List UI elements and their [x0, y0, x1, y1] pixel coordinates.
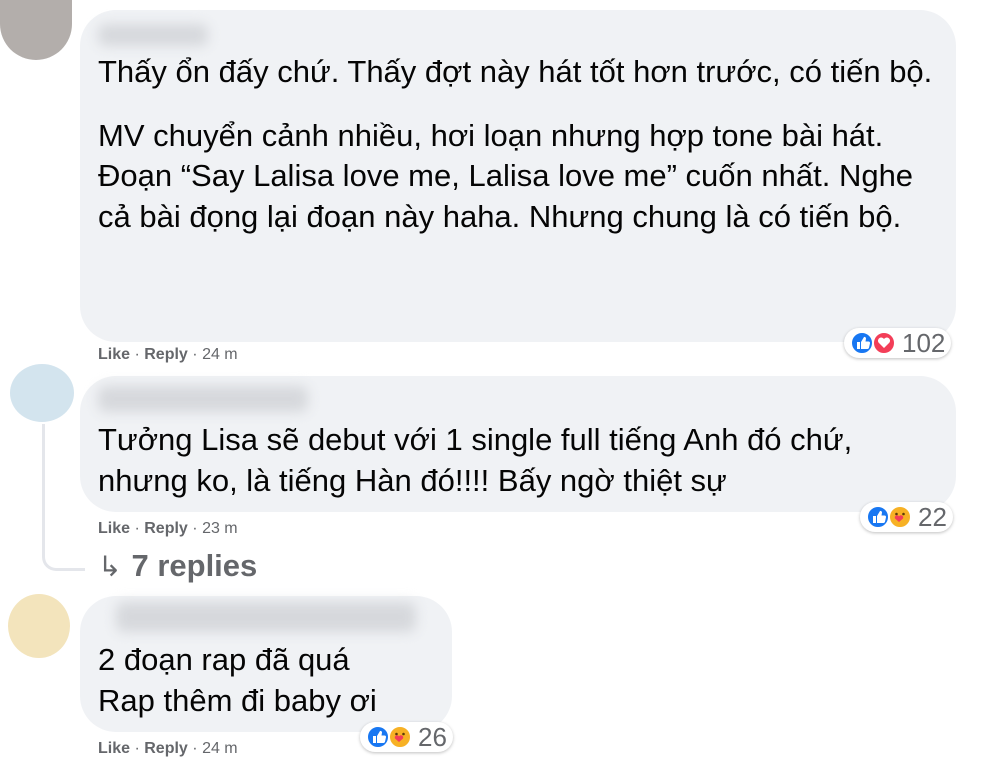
reaction-summary[interactable]: 22 — [860, 502, 953, 532]
like-link[interactable]: Like — [98, 740, 130, 757]
commenter-name-redacted[interactable] — [116, 602, 416, 632]
comment-text: 2 đoạn rap đã quá Rap thêm đi baby ơi — [98, 640, 448, 721]
commenter-name-redacted[interactable] — [98, 24, 208, 46]
comment-actions: Like · Reply · 24 m — [98, 740, 238, 758]
like-link[interactable]: Like — [98, 520, 130, 537]
replies-label: 7 replies — [131, 548, 258, 583]
reply-link[interactable]: Reply — [144, 346, 188, 363]
avatar[interactable] — [10, 364, 74, 422]
avatar[interactable] — [0, 0, 72, 60]
separator: · — [192, 346, 203, 363]
comment-paragraph: 2 đoạn rap đã quá — [98, 642, 350, 677]
reaction-summary[interactable]: 102 — [844, 328, 952, 358]
comment-paragraph: Thấy ổn đấy chứ. Thấy đợt này hát tốt hơ… — [98, 54, 933, 89]
separator: · — [192, 740, 203, 757]
avatar[interactable] — [8, 594, 70, 658]
timestamp[interactable]: 23 m — [202, 520, 238, 537]
like-care-reaction-icons — [866, 505, 912, 529]
reply-link[interactable]: Reply — [144, 520, 188, 537]
separator: · — [134, 740, 145, 757]
reaction-summary[interactable]: 26 — [360, 722, 453, 752]
comment-actions: Like · Reply · 23 m — [98, 520, 238, 538]
like-love-reaction-icons — [850, 331, 896, 355]
reaction-count: 102 — [902, 328, 946, 358]
comment-text: Tưởng Lisa sẽ debut với 1 single full ti… — [98, 420, 948, 501]
commenter-name-redacted[interactable] — [98, 386, 308, 412]
timestamp[interactable]: 24 m — [202, 346, 238, 363]
reply-link[interactable]: Reply — [144, 740, 188, 757]
like-care-reaction-icons — [366, 725, 412, 749]
reaction-count: 26 — [418, 722, 447, 752]
timestamp[interactable]: 24 m — [202, 740, 238, 757]
view-replies-link[interactable]: ↳ 7 replies — [98, 548, 257, 584]
comment-actions: Like · Reply · 24 m — [98, 346, 238, 364]
comment-paragraph: MV chuyển cảnh nhiều, hơi loạn nhưng hợp… — [98, 117, 914, 234]
comment-text: Thấy ổn đấy chứ. Thấy đợt này hát tốt hơ… — [98, 52, 948, 237]
reply-arrow-icon: ↳ — [98, 550, 122, 582]
thread-connector-line — [42, 424, 85, 571]
comment-paragraph: Tưởng Lisa sẽ debut với 1 single full ti… — [98, 422, 853, 498]
separator: · — [134, 520, 145, 537]
reaction-count: 22 — [918, 502, 947, 532]
separator: · — [134, 346, 145, 363]
separator: · — [192, 520, 203, 537]
comment-paragraph: Rap thêm đi baby ơi — [98, 682, 377, 718]
like-link[interactable]: Like — [98, 346, 130, 363]
